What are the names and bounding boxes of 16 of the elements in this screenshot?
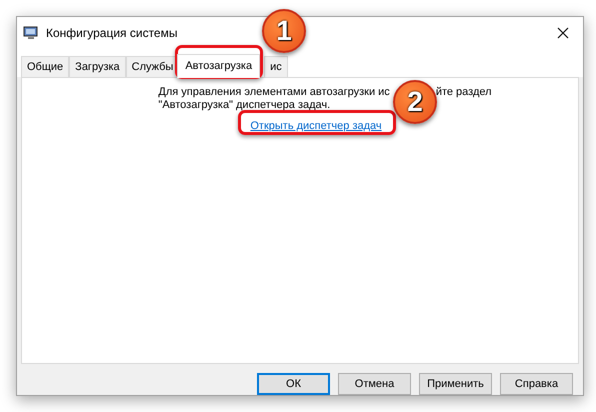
- close-icon: [557, 26, 569, 39]
- dialog-button[interactable]: Справка: [500, 373, 573, 395]
- tab[interactable]: Службы: [126, 56, 180, 77]
- description-text: Для управления элементами автозагрузки ис: [158, 86, 390, 99]
- description-text: йте раздел: [436, 86, 492, 99]
- task-manager-link[interactable]: Открыть диспетчер задач: [250, 120, 382, 133]
- computer-icon: [23, 24, 39, 41]
- tab[interactable]: ис: [264, 56, 288, 77]
- dialog-button[interactable]: Применить: [419, 373, 492, 395]
- window-title: Конфигурация системы: [46, 24, 178, 42]
- tab[interactable]: Общие: [21, 56, 70, 77]
- dialog-button[interactable]: Отмена: [338, 373, 411, 395]
- tab[interactable]: Загрузка: [69, 56, 126, 77]
- dialog-button[interactable]: ОК: [257, 373, 330, 395]
- description-text: "Автозагрузка" диспетчера задач.: [158, 98, 330, 112]
- tab[interactable]: Автозагрузка: [177, 54, 260, 78]
